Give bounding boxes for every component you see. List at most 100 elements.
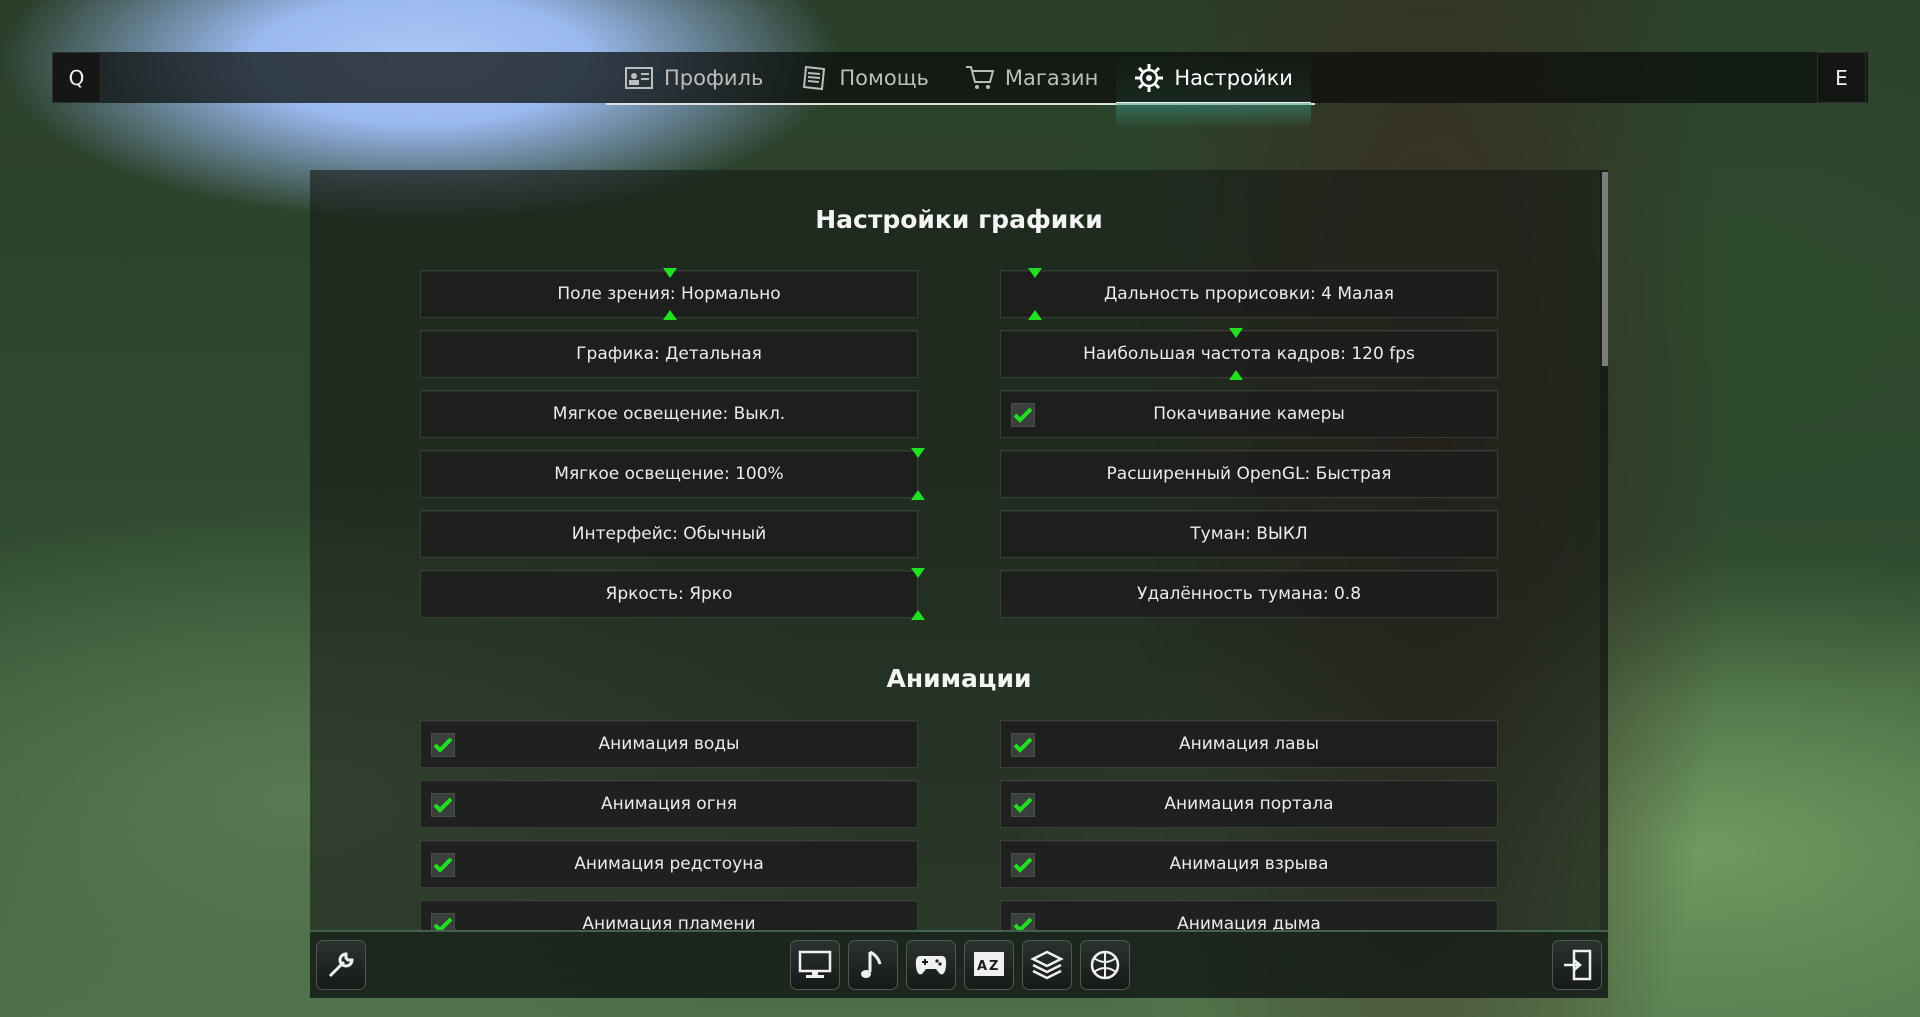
checkmark-icon <box>433 737 453 753</box>
checkbox-checked[interactable] <box>1011 853 1035 877</box>
option-label: Анимация дыма <box>1177 914 1321 930</box>
sound-settings-button[interactable] <box>848 940 898 990</box>
option-label: Графика: Детальная <box>576 344 762 364</box>
option-label: Анимация лавы <box>1178 734 1319 754</box>
checkbox-checked[interactable] <box>1011 793 1035 817</box>
wrench-button[interactable] <box>316 940 366 990</box>
option-label: Анимация воды <box>598 734 740 754</box>
option-label: Интерфейс: Обычный <box>571 524 767 544</box>
music-note-icon <box>861 950 882 978</box>
option-label: Анимация огня <box>601 794 737 814</box>
checkmark-icon <box>433 857 453 873</box>
prev-tab-key-q[interactable]: Q <box>52 52 101 103</box>
shopping-cart-icon <box>965 63 995 93</box>
svg-text:A: A <box>977 959 987 974</box>
option-label: Покачивание камеры <box>1153 404 1345 424</box>
slider-marker-top <box>911 448 925 458</box>
slider-marker-top <box>1229 328 1243 338</box>
misc-settings-button[interactable] <box>1080 940 1130 990</box>
scrollbar-thumb[interactable] <box>1602 172 1608 366</box>
tab-settings-label: Настройки <box>1174 65 1293 90</box>
controls-settings-button[interactable] <box>906 940 956 990</box>
gear-icon <box>1134 63 1164 93</box>
checkbox-checked[interactable] <box>431 733 455 757</box>
checkmark-icon <box>433 797 453 813</box>
gui-scale-option[interactable]: Интерфейс: Обычный <box>420 510 918 558</box>
smoke-animation-toggle[interactable]: Анимация дыма <box>1000 900 1498 930</box>
exit-door-icon <box>1564 949 1592 981</box>
layers-icon <box>1030 950 1064 980</box>
tab-shop-label: Магазин <box>1004 65 1099 90</box>
gamepad-icon <box>915 956 947 975</box>
scrollbar-track[interactable] <box>1600 170 1608 930</box>
option-label: Анимация портала <box>1164 794 1334 814</box>
option-label: Анимация взрыва <box>1169 854 1329 874</box>
graphics-section-title: Настройки графики <box>815 205 1103 234</box>
checkbox-checked[interactable] <box>1011 403 1035 427</box>
settings-panel: Настройки графики Поле зрения: Нормально… <box>310 170 1608 930</box>
active-tab-underline <box>1116 102 1311 105</box>
view-bobbing-toggle[interactable]: Покачивание камеры <box>1000 390 1498 438</box>
brightness-option[interactable]: Яркость: Ярко <box>420 570 918 618</box>
checkmark-icon <box>1013 407 1033 423</box>
option-label: Удалённость тумана: 0.8 <box>1136 584 1362 604</box>
tab-settings[interactable]: Настройки <box>1116 52 1311 129</box>
checkbox-checked[interactable] <box>1011 733 1035 757</box>
checkmark-icon <box>1013 797 1033 813</box>
tab-profile-label: Профиль <box>664 65 764 90</box>
slider-marker-bottom <box>1028 310 1042 320</box>
redstone-animation-toggle[interactable]: Анимация редстоуна <box>420 840 918 888</box>
monitor-icon <box>798 950 832 978</box>
graphics-quality-option[interactable]: Графика: Детальная <box>420 330 918 378</box>
smooth-lighting-level-option[interactable]: Мягкое освещение: 100% <box>420 450 918 498</box>
checkmark-icon <box>1013 737 1033 753</box>
tab-shop[interactable]: Магазин <box>947 52 1116 103</box>
fire-animation-toggle[interactable]: Анимация огня <box>420 780 918 828</box>
tab-help-label: Помощь <box>839 65 929 90</box>
slider-marker-bottom <box>1229 370 1243 380</box>
checkbox-checked[interactable] <box>431 913 455 930</box>
render-distance-option[interactable]: Дальность прорисовки: 4 Малая <box>1000 270 1498 318</box>
max-framerate-option[interactable]: Наибольшая частота кадров: 120 fps <box>1000 330 1498 378</box>
lava-animation-toggle[interactable]: Анимация лавы <box>1000 720 1498 768</box>
option-label: Расширенный OpenGL: Быстрая <box>1106 464 1392 484</box>
profile-card-icon <box>624 63 654 93</box>
video-settings-button[interactable] <box>790 940 840 990</box>
exit-button[interactable] <box>1552 940 1602 990</box>
checkbox-checked[interactable] <box>1011 913 1035 930</box>
main-tabs: Профиль Помощь Магазин Настройки <box>606 52 1315 129</box>
portal-animation-toggle[interactable]: Анимация портала <box>1000 780 1498 828</box>
resource-packs-button[interactable] <box>1022 940 1072 990</box>
checkbox-checked[interactable] <box>431 853 455 877</box>
option-label: Наибольшая частота кадров: 120 fps <box>1083 344 1415 364</box>
water-animation-toggle[interactable]: Анимация воды <box>420 720 918 768</box>
option-label: Анимация пламени <box>582 914 756 930</box>
fog-distance-option[interactable]: Удалённость тумана: 0.8 <box>1000 570 1498 618</box>
option-label: Яркость: Ярко <box>605 584 733 604</box>
option-label: Дальность прорисовки: 4 Малая <box>1104 284 1394 304</box>
checkmark-icon <box>433 917 453 930</box>
slider-marker-bottom <box>911 610 925 620</box>
fog-option[interactable]: Туман: ВЫКЛ <box>1000 510 1498 558</box>
smooth-lighting-option[interactable]: Мягкое освещение: Выкл. <box>420 390 918 438</box>
option-label: Мягкое освещение: Выкл. <box>552 404 786 424</box>
slider-marker-bottom <box>911 490 925 500</box>
settings-category-bar: AZ <box>310 930 1608 998</box>
option-label: Поле зрения: Нормально <box>557 284 781 304</box>
wrench-icon <box>328 952 354 978</box>
slider-marker-top <box>911 568 925 578</box>
checkbox-checked[interactable] <box>431 793 455 817</box>
ball-icon <box>1090 950 1120 980</box>
tab-help[interactable]: Помощь <box>781 52 947 103</box>
option-label: Анимация редстоуна <box>574 854 764 874</box>
flame-animation-toggle[interactable]: Анимация пламени <box>420 900 918 930</box>
advanced-opengl-option[interactable]: Расширенный OpenGL: Быстрая <box>1000 450 1498 498</box>
option-label: Туман: ВЫКЛ <box>1190 524 1308 544</box>
svg-text:Z: Z <box>989 959 998 974</box>
option-label: Мягкое освещение: 100% <box>554 464 784 484</box>
language-settings-button[interactable]: AZ <box>964 940 1014 990</box>
explosion-animation-toggle[interactable]: Анимация взрыва <box>1000 840 1498 888</box>
slider-marker-bottom <box>663 310 677 320</box>
tab-profile[interactable]: Профиль <box>606 52 781 103</box>
next-tab-key-e[interactable]: E <box>1817 52 1866 103</box>
